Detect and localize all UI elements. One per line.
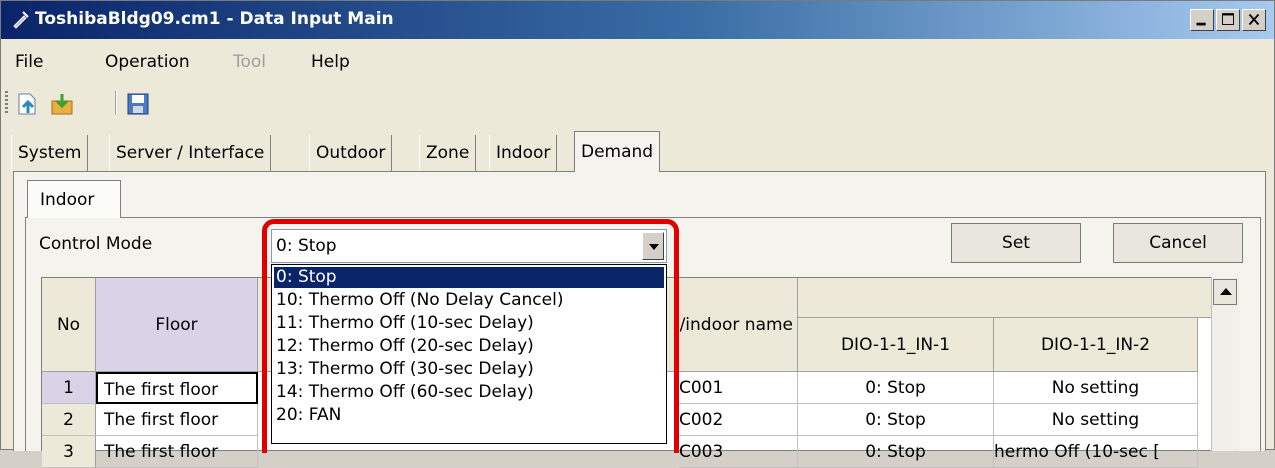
tab-outdoor[interactable]: Outdoor [309,135,393,171]
dio-1-cell[interactable]: 0: Stop [798,372,994,404]
control-mode-label: Control Mode [39,234,153,254]
app-icon [13,11,29,29]
minimize-button[interactable] [1190,9,1214,31]
export-icon[interactable] [15,91,41,117]
tab-zone[interactable]: Zone [419,135,477,171]
floor-cell-selected[interactable]: The first floor [96,372,258,404]
save-icon[interactable] [125,91,151,117]
toolbar-grip[interactable] [5,91,8,115]
menu-operation[interactable]: Operation [105,52,190,72]
row-number[interactable]: 3 [42,436,96,468]
row-number[interactable]: 1 [42,372,96,404]
scroll-up-button[interactable] [1213,279,1237,305]
subtab-indoor[interactable]: Indoor [27,180,121,218]
menu-bar: File Operation Tool Help [1,41,1274,81]
highlight-annotation [262,219,679,453]
tab-server-interface[interactable]: Server / Interface [109,135,272,171]
indoor-name-cell[interactable]: C001 [679,372,798,404]
app-window: ToshibaBldg09.cm1 - Data Input Main File… [0,0,1275,468]
close-button[interactable] [1242,9,1266,31]
cancel-button[interactable]: Cancel [1113,223,1243,263]
tab-demand[interactable]: Demand [574,131,661,172]
maximize-icon [1222,13,1234,25]
maximize-button[interactable] [1216,9,1240,31]
indoor-name-cell[interactable]: C002 [679,404,798,436]
set-button[interactable]: Set [951,223,1081,263]
import-icon[interactable] [49,91,75,117]
window-title: ToshibaBldg09.cm1 - Data Input Main [35,9,394,29]
floor-cell[interactable]: The first floor [96,404,258,436]
indoor-name-header-label: /indoor name [679,314,793,335]
dio-2-cell[interactable]: No setting [994,404,1198,436]
dio-1-cell[interactable]: 0: Stop [798,404,994,436]
menu-help[interactable]: Help [311,52,350,72]
row-number[interactable]: 2 [42,404,96,436]
title-bar[interactable]: ToshibaBldg09.cm1 - Data Input Main [1,1,1274,39]
dio-1-cell[interactable]: 0: Stop [798,436,994,468]
column-header-dio-1[interactable]: DIO-1-1_IN-1 [798,318,994,372]
tab-system[interactable]: System [11,135,89,171]
dio-2-cell[interactable]: No setting [994,372,1198,404]
floor-cell[interactable]: The first floor [96,436,258,468]
close-icon [1248,13,1260,26]
minimize-icon [1196,22,1206,26]
toolbar-separator [115,91,117,115]
column-header-dio-2[interactable]: DIO-1-1_IN-2 [994,318,1198,372]
menu-tool[interactable]: Tool [233,52,266,72]
menu-file[interactable]: File [15,52,43,72]
column-header-no[interactable]: No [42,278,96,372]
dio-2-cell[interactable]: hermo Off (10-sec [ [994,436,1198,468]
tab-indoor[interactable]: Indoor [489,135,558,171]
vertical-scrollbar[interactable] [1211,277,1239,451]
column-header-floor[interactable]: Floor [96,278,258,372]
column-group-header [798,278,1212,318]
indoor-name-cell[interactable]: C003 [679,436,798,468]
toolbar [1,83,1274,123]
